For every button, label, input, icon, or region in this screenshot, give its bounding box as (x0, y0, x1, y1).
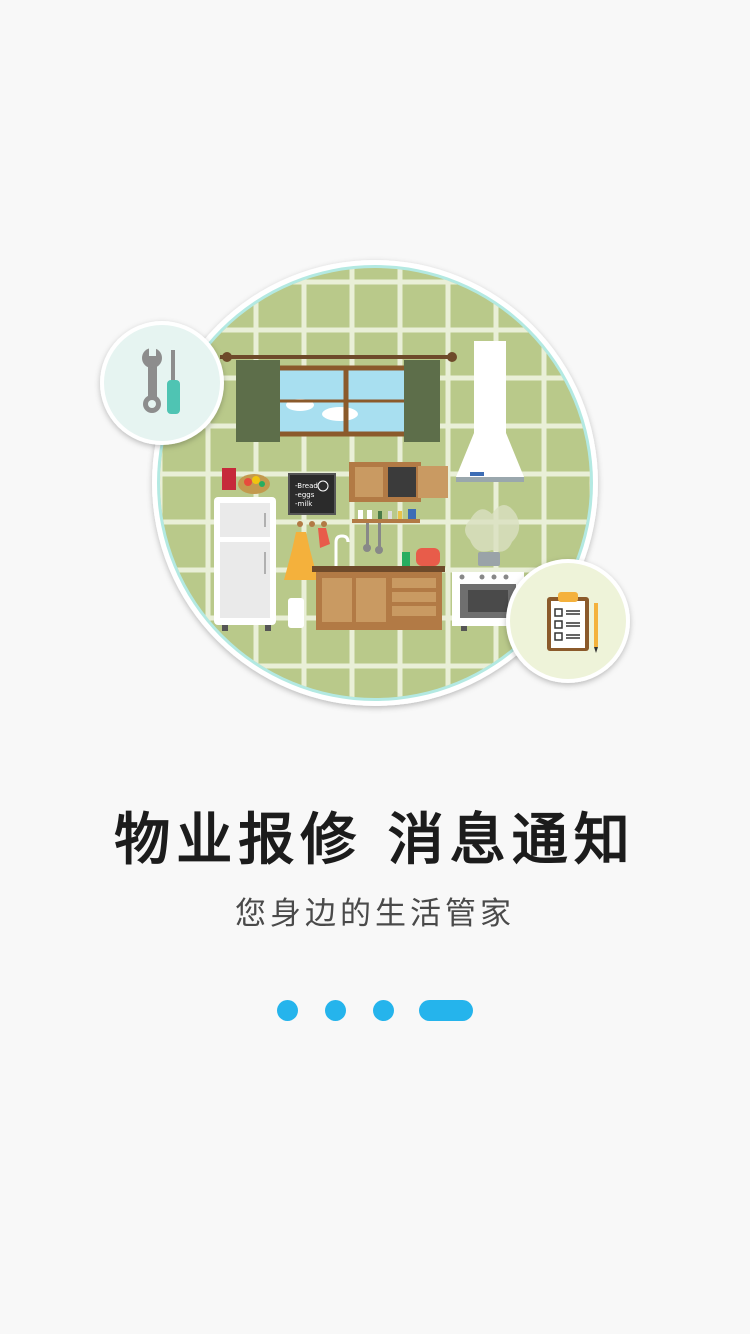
page-indicator (0, 1000, 750, 1022)
page-dot-3[interactable] (373, 1000, 394, 1021)
page-dot-1[interactable] (277, 1000, 298, 1021)
kitchen-illustration: -Bread -eggs -milk (100, 260, 630, 706)
onboarding-illustration: -Bread -eggs -milk (0, 0, 750, 760)
blackboard-line-1: -Bread (295, 482, 318, 490)
page-dot-4-active[interactable] (419, 1000, 473, 1021)
blackboard: -Bread -eggs -milk (288, 473, 336, 515)
page-dot-2[interactable] (325, 1000, 346, 1021)
onboarding-subtitle: 您身边的生活管家 (235, 896, 515, 932)
window (220, 352, 457, 442)
blackboard-line-2: -eggs (295, 491, 315, 499)
clipboard-checklist-icon (506, 559, 630, 683)
blackboard-line-3: -milk (295, 500, 313, 508)
onboarding-title: 物业报修 消息通知 (114, 808, 636, 873)
wrench-screwdriver-icon (100, 321, 224, 445)
